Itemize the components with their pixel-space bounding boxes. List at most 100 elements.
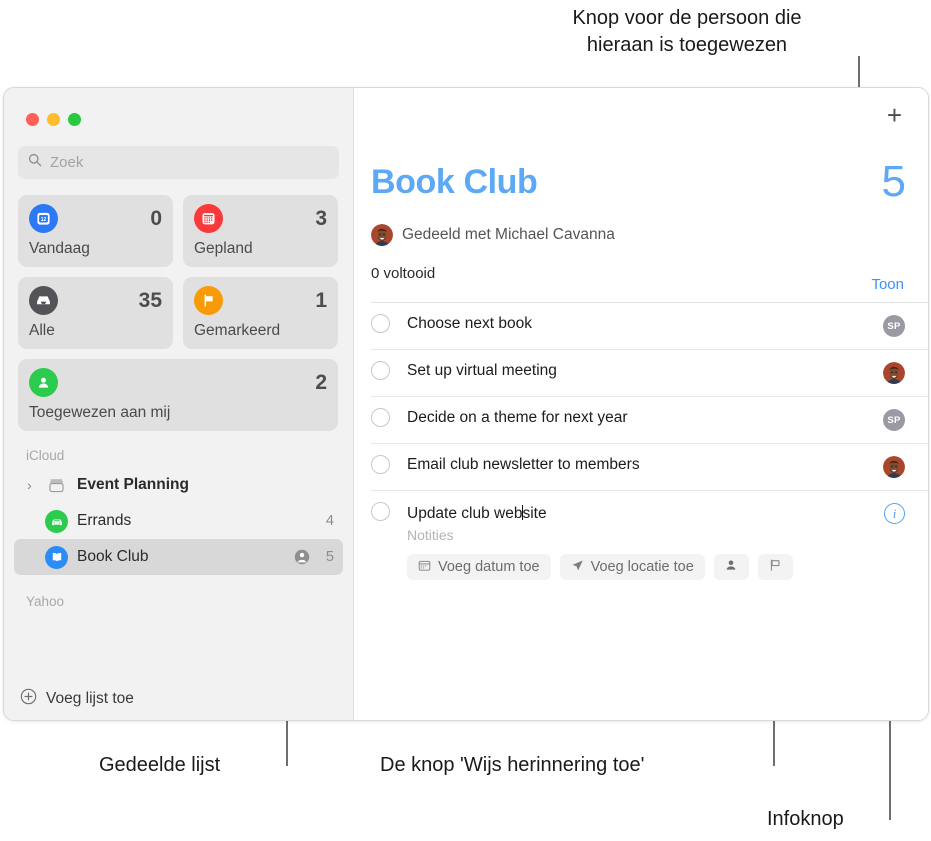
avatar [371,224,393,246]
reminder-row[interactable]: Decide on a theme for next year SP [371,396,928,443]
flag-outline-icon [768,558,782,576]
sidebar-item-book-club[interactable]: Book Club 5 [14,539,343,575]
text-caret [522,505,524,520]
smart-list-alle[interactable]: 35 Alle [18,277,173,349]
reminder-editor-actions: Voeg datum toe Voeg locatie toe [407,554,884,580]
search-icon [28,153,42,172]
calendar-day-icon: 12 [29,204,58,233]
smart-list-label: Gemarkeerd [194,322,281,339]
sidebar-item-label: Event Planning [77,476,189,493]
reminder-title-input[interactable]: Update club website [407,503,547,523]
show-completed-button[interactable]: Toon [871,276,904,293]
section-header-icloud: iCloud [26,448,65,463]
person-icon [29,368,58,397]
search-placeholder: Zoek [50,154,84,171]
reminder-checkbox[interactable] [371,408,390,427]
car-icon [45,509,68,533]
page-title: Book Club [371,163,538,201]
group-folder-icon [45,474,68,497]
reminder-title[interactable]: Set up virtual meeting [407,362,557,380]
inbox-tray-icon [29,286,58,315]
search-container: Zoek [4,126,353,179]
add-list-button[interactable]: Voeg lijst toe [4,688,353,710]
reminder-row[interactable]: Set up virtual meeting [371,349,928,396]
assignee-badge[interactable] [883,362,905,384]
sidebar-item-errands[interactable]: Errands 4 [14,503,343,539]
assignee-badge[interactable]: SP [883,315,905,337]
location-arrow-icon [571,559,584,576]
plus-circle-icon [20,688,37,710]
avatar [883,362,905,384]
smart-list-count: 1 [315,288,327,312]
shared-with-label: Gedeeld met Michael Cavanna [402,226,615,243]
add-date-label: Voeg datum toe [438,559,540,575]
sidebar: Zoek 12 0 Vandaag 3 Gepland 35 Alle 1 Ge… [4,88,354,720]
sidebar-item-count: 5 [325,549,334,565]
list-count: 5 [881,157,906,206]
reminders-list: Choose next book SP Set up virtual meeti… [371,302,928,592]
shared-with-row[interactable]: Gedeeld met Michael Cavanna [371,224,615,246]
sidebar-item-label: Book Club [77,548,149,565]
assignee-badge[interactable] [883,456,905,478]
smart-list-gemarkeerd[interactable]: 1 Gemarkeerd [183,277,338,349]
annotation-assignee-button: Knop voor de persoon die hieraan is toeg… [572,7,802,56]
smart-list-label: Gepland [194,240,253,257]
smart-list-label: Vandaag [29,240,90,257]
flag-reminder-button[interactable] [757,554,793,580]
annotation-assign-reminder-button: De knop 'Wijs herinnering toe' [380,754,645,776]
smart-lists-grid: 12 0 Vandaag 3 Gepland 35 Alle 1 Gemarke… [4,179,353,431]
assignee-initials: SP [883,315,905,337]
reminder-checkbox[interactable] [371,455,390,474]
reminder-title[interactable]: Choose next book [407,315,532,333]
info-button[interactable]: i [884,503,905,524]
close-button[interactable] [26,113,39,126]
info-icon: i [884,503,905,524]
search-input[interactable]: Zoek [18,146,339,179]
sidebar-item-event-planning[interactable]: › Event Planning [14,467,343,503]
screenshot-root: Knop voor de persoon die hieraan is toeg… [0,0,931,841]
smart-list-label: Alle [29,322,55,339]
reminders-app-window: Zoek 12 0 Vandaag 3 Gepland 35 Alle 1 Ge… [3,87,929,721]
calendar-small-icon [418,559,431,576]
smart-list-vandaag[interactable]: 12 0 Vandaag [18,195,173,267]
reminder-title[interactable]: Decide on a theme for next year [407,409,628,427]
smart-list-gepland[interactable]: 3 Gepland [183,195,338,267]
smart-list-count: 35 [138,288,162,312]
calendar-icon [194,204,223,233]
reminder-checkbox[interactable] [371,314,390,333]
window-traffic-lights [4,88,353,126]
reminder-checkbox[interactable] [371,361,390,380]
detail-pane: + 5 Toon Book Club Gedeeld met Michael C… [354,88,928,720]
chevron-right-icon[interactable]: › [23,477,36,493]
assign-reminder-button[interactable] [713,554,749,580]
add-list-label: Voeg lijst toe [46,690,134,707]
smart-list-count: 0 [150,206,162,230]
add-location-label: Voeg locatie toe [590,559,694,575]
add-reminder-button[interactable]: + [887,102,902,128]
annotation-shared-list: Gedeelde lijst [99,754,221,776]
avatar [883,456,905,478]
shared-list-icon[interactable] [294,549,310,565]
smart-list-label: Toegewezen aan mij [29,404,171,421]
reminder-checkbox[interactable] [371,502,390,521]
smart-list-toegewezen-aan-mij[interactable]: 2 Toegewezen aan mij [18,359,338,431]
person-small-icon [724,558,738,576]
sidebar-item-label: Errands [77,512,132,529]
flag-icon [194,286,223,315]
smart-list-count: 2 [315,370,327,394]
assignee-initials: SP [883,409,905,431]
reminder-row[interactable]: Choose next book SP [371,302,928,349]
add-date-button[interactable]: Voeg datum toe [407,554,551,580]
sidebar-item-count: 4 [325,513,334,529]
zoom-button[interactable] [68,113,81,126]
reminder-notes-placeholder[interactable]: Notities [407,527,884,543]
add-location-button[interactable]: Voeg locatie toe [559,554,705,580]
minimize-button[interactable] [47,113,60,126]
completed-count-label: 0 voltooid [371,265,436,282]
assignee-badge[interactable]: SP [883,409,905,431]
reminder-title[interactable]: Email club newsletter to members [407,456,640,474]
smart-list-count: 3 [315,206,327,230]
reminder-row-editing[interactable]: Update club website Notities Voeg datum … [371,490,928,592]
reminder-row[interactable]: Email club newsletter to members [371,443,928,490]
sidebar-list-rows: › Event Planning Errands 4 Book Club 5 [4,467,353,575]
